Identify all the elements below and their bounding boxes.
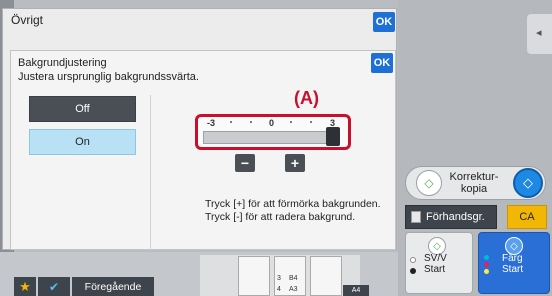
paper-b4-label: B4	[289, 275, 298, 282]
paper-num-4: 4	[277, 286, 281, 293]
help-line-2: Tryck [-] för att radera bakgrund.	[205, 211, 356, 223]
color-label-line1: Färg	[502, 253, 523, 264]
help-text: Tryck [+] för att förmörka bakgrunden. T…	[205, 198, 381, 224]
dialog-title: Övrigt	[11, 13, 44, 27]
bw-dot-black	[410, 268, 416, 274]
slider-dot	[230, 121, 232, 123]
side-tab[interactable]: ◂	[527, 14, 552, 54]
plus-button[interactable]: +	[285, 154, 305, 172]
minus-button[interactable]: −	[235, 154, 255, 172]
preview-icon	[411, 211, 421, 223]
proof-copy-label: Korrektur- kopia	[449, 171, 499, 195]
paper-num-3: 3	[277, 275, 281, 282]
option-panel: Off On	[16, 95, 151, 250]
inner-subtitle: Justera ursprunglig bakgrundssvärta.	[18, 71, 199, 83]
chevron-left-icon: ◂	[536, 27, 542, 39]
check-icon[interactable]: ✔	[38, 277, 70, 296]
slider-mid-label: 0	[269, 118, 275, 128]
slider-min-label: -3	[207, 118, 216, 128]
slider-track[interactable]	[203, 131, 331, 144]
outer-ok-button[interactable]: OK	[373, 12, 395, 32]
help-line-1: Tryck [+] för att förmörka bakgrunden.	[205, 198, 381, 210]
off-button[interactable]: Off	[29, 96, 136, 122]
star-icon[interactable]: ★	[14, 277, 36, 296]
magenta-dot	[484, 262, 489, 267]
slider-dot	[250, 121, 252, 123]
proof-copy-icon: ◇	[416, 170, 442, 196]
ca-button[interactable]: CA	[507, 205, 547, 229]
inner-ok-button[interactable]: OK	[371, 53, 393, 73]
on-button[interactable]: On	[29, 129, 136, 155]
paper-slot	[310, 256, 342, 296]
paper-slot	[238, 256, 270, 296]
inner-title: Bakgrundjustering	[18, 57, 107, 69]
paper-slot-b4-a3[interactable]: 3 B4 4 A3	[274, 256, 306, 296]
cyan-dot	[484, 255, 489, 260]
color-label-line2: Start	[502, 264, 524, 275]
slider-dot	[310, 121, 312, 123]
previous-button[interactable]: Föregående	[72, 277, 154, 296]
bw-start-label: SV/V Start	[424, 253, 447, 275]
paper-a4-tag: A4	[343, 285, 369, 296]
annotation-label-a: (A)	[294, 88, 319, 108]
color-dots	[484, 255, 490, 277]
inner-title-block: Bakgrundjustering Justera ursprunglig ba…	[18, 56, 199, 84]
slider-dot	[290, 121, 292, 123]
bw-label-line1: SV/V	[424, 253, 447, 264]
color-start-label: Färg Start	[502, 253, 523, 275]
yellow-dot	[484, 269, 489, 274]
darkness-slider[interactable]: -3 0 3	[195, 114, 351, 150]
bw-label-line2: Start	[424, 264, 446, 275]
paper-a3-label: A3	[289, 286, 298, 293]
proof-copy-start-icon[interactable]: ◇	[513, 168, 543, 198]
bw-dot-white	[410, 257, 416, 263]
slider-knob[interactable]	[326, 127, 340, 146]
